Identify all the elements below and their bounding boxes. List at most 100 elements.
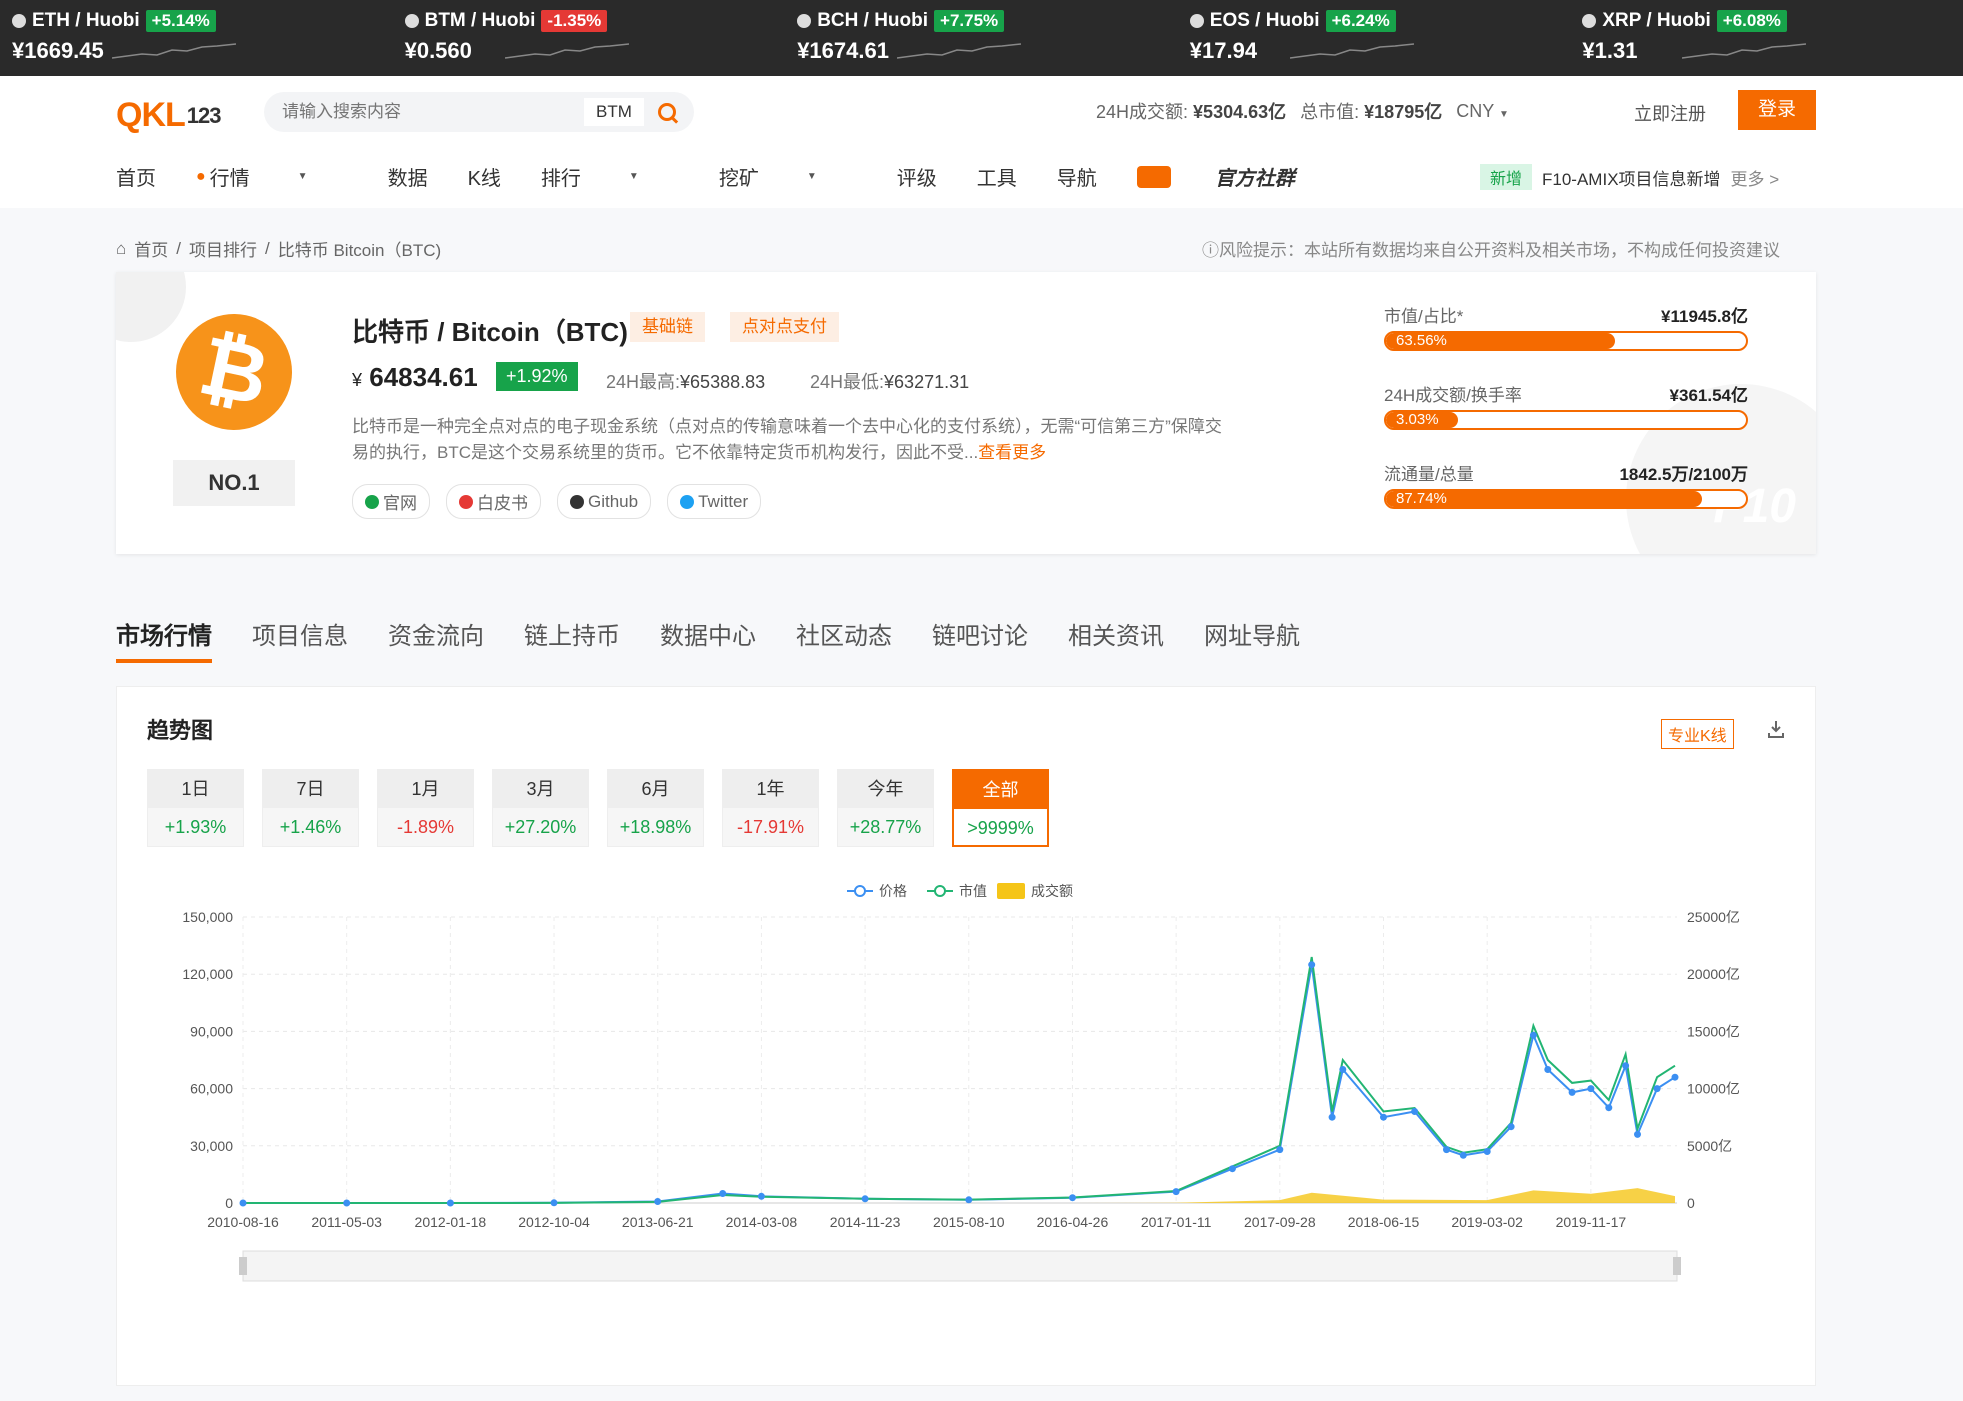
- tag-p2p-payment[interactable]: 点对点支付: [730, 312, 839, 342]
- price-point: [1276, 1146, 1284, 1154]
- logo[interactable]: QKL 123: [116, 96, 221, 135]
- period-button[interactable]: 1日 +1.93%: [147, 769, 244, 847]
- nav-item-ranking[interactable]: 排行 ▼: [541, 162, 679, 191]
- github-link[interactable]: Github: [557, 484, 652, 519]
- ticker-item[interactable]: ETH / Huobi +5.14% ¥1669.45: [0, 0, 393, 76]
- x-tick-label: 2014-11-23: [830, 1214, 901, 1230]
- tab-item[interactable]: 社区动态: [796, 616, 892, 663]
- tab-item[interactable]: 数据中心: [660, 616, 756, 663]
- tag-base-chain[interactable]: 基础链: [630, 312, 705, 342]
- sparkline: [112, 43, 236, 59]
- login-button[interactable]: 登录: [1738, 90, 1816, 130]
- high-label: 24H最高:: [606, 372, 681, 392]
- nav-item-community[interactable]: 官方社群: [1136, 162, 1335, 191]
- y-right-tick-label: 15000亿: [1687, 1023, 1740, 1039]
- currency-select[interactable]: CNY ▼: [1456, 101, 1509, 122]
- tab-item[interactable]: 市场行情: [116, 616, 212, 663]
- period-button[interactable]: 7日 +1.46%: [262, 769, 359, 847]
- metric-fill: 63.56%: [1386, 333, 1615, 349]
- coin-icon: [404, 14, 419, 28]
- rank-badge: NO.1: [173, 460, 295, 506]
- period-label: 全部: [954, 771, 1047, 809]
- tab-item[interactable]: 项目信息: [252, 616, 348, 663]
- period-button[interactable]: 1月 -1.89%: [377, 769, 474, 847]
- download-icon[interactable]: [1767, 719, 1785, 739]
- tab-item[interactable]: 链上持币: [524, 616, 620, 663]
- chevron-down-icon: ▼: [1498, 108, 1509, 120]
- period-label: 6月: [608, 770, 703, 808]
- flame-icon: ●: [196, 167, 206, 185]
- price-point: [1443, 1146, 1450, 1154]
- tab-item[interactable]: 网址导航: [1204, 616, 1300, 663]
- nav-item-market[interactable]: ● 行情 ▼: [196, 162, 348, 191]
- nav-item-home[interactable]: 首页: [116, 162, 156, 191]
- twitter-link[interactable]: Twitter: [667, 484, 762, 519]
- search-input[interactable]: [264, 102, 564, 122]
- ticker-item[interactable]: XRP / Huobi +6.08% ¥1.31: [1570, 0, 1963, 76]
- nav-item-mining[interactable]: 挖矿 ▼: [719, 162, 857, 191]
- zoom-slider-track: [242, 1250, 1678, 1282]
- coin-links: 官网 白皮书 Github Twitter: [352, 484, 762, 519]
- ticker-item[interactable]: BTM / Huobi -1.35% ¥0.560: [393, 0, 786, 76]
- github-icon: [570, 494, 584, 509]
- period-change: -17.91%: [736, 817, 805, 837]
- nav-item-navigation[interactable]: 导航: [1057, 162, 1097, 191]
- price-point: [1507, 1123, 1515, 1131]
- y-left-tick-label: 120,000: [182, 966, 233, 982]
- search-icon[interactable]: [657, 103, 676, 121]
- period-button[interactable]: 3月 +27.20%: [492, 769, 589, 847]
- period-label: 今年: [838, 770, 933, 808]
- website-link[interactable]: 官网: [352, 484, 430, 519]
- sparkline: [1682, 43, 1807, 59]
- trend-panel: 趋势图 专业K线 1日 +1.93% 7日 +1.46% 1月 -1.89% 3月 +27.2…: [116, 686, 1816, 1386]
- news-more-link[interactable]: 更多 >: [1731, 165, 1780, 190]
- tab-item[interactable]: 资金流向: [388, 616, 484, 663]
- y-right-tick-label: 5000亿: [1687, 1138, 1732, 1154]
- nav-item-kline[interactable]: K线: [468, 162, 501, 191]
- breadcrumb-sep: /: [176, 238, 182, 258]
- price-point: [1411, 1108, 1419, 1115]
- news-bar[interactable]: 新增 F10-AMIX项目信息新增 更多 >: [1480, 164, 1779, 190]
- nav-item-label: 排行: [540, 168, 581, 190]
- pro-kline-button[interactable]: 专业K线: [1661, 719, 1734, 749]
- zoom-handle-left: [239, 1257, 247, 1275]
- period-label: 1日: [148, 770, 243, 808]
- period-button[interactable]: 全部 >9999%: [952, 769, 1049, 847]
- tab-item[interactable]: 链吧讨论: [932, 616, 1028, 663]
- trend-chart[interactable]: 价格 市值 成交额 0 0 30,000 5000亿 60,000 10000亿 90,000 15…: [117, 867, 1815, 1383]
- price-point: [757, 1192, 765, 1200]
- metric-value: ¥361.54亿: [1669, 386, 1748, 405]
- ticker-item[interactable]: EOS / Huobi +6.24% ¥17.94: [1178, 0, 1571, 76]
- ticker-item[interactable]: BCH / Huobi +7.75% ¥1674.61: [785, 0, 1178, 76]
- period-button[interactable]: 今年 +28.77%: [837, 769, 934, 847]
- price-line: [243, 964, 1676, 1204]
- breadcrumb-home[interactable]: 首页: [134, 236, 168, 261]
- breadcrumb-rank[interactable]: 项目排行: [189, 236, 257, 261]
- price-point: [550, 1199, 558, 1207]
- coin-icon: [1582, 14, 1597, 28]
- high-24h: 24H最高:¥65388.83: [606, 368, 765, 394]
- legend-price-marker: [854, 885, 866, 897]
- period-button[interactable]: 1年 -17.91%: [722, 769, 819, 847]
- logo-text: QKL: [116, 96, 186, 134]
- low-value: ¥63271.31: [884, 372, 970, 392]
- volume-label: 24H成交额:: [1096, 102, 1189, 122]
- low-label: 24H最低:: [810, 372, 885, 392]
- register-link[interactable]: 立即注册: [1634, 100, 1706, 126]
- price-point: [1069, 1194, 1076, 1202]
- period-label: 7日: [263, 770, 358, 808]
- period-change: -1.89%: [396, 817, 455, 837]
- period-change: +28.77%: [849, 817, 922, 837]
- metric-block: 市值/占比* ¥11945.8亿 63.56%: [1384, 302, 1748, 351]
- news-text: F10-AMIX项目信息新增: [1542, 169, 1721, 189]
- nav-item-data[interactable]: 数据: [388, 162, 428, 191]
- tab-item[interactable]: 相关资讯: [1068, 616, 1164, 663]
- nav-item-tools[interactable]: 工具: [977, 162, 1017, 191]
- logo-sub-text: 123: [186, 102, 222, 128]
- whitepaper-link[interactable]: 白皮书: [446, 484, 541, 519]
- period-button[interactable]: 6月 +18.98%: [607, 769, 704, 847]
- view-more-link[interactable]: 查看更多: [978, 443, 1046, 462]
- nav-item-rating[interactable]: 评级: [897, 162, 937, 191]
- search-suggest-tag[interactable]: BTM: [584, 98, 644, 126]
- price-point: [1568, 1088, 1576, 1096]
